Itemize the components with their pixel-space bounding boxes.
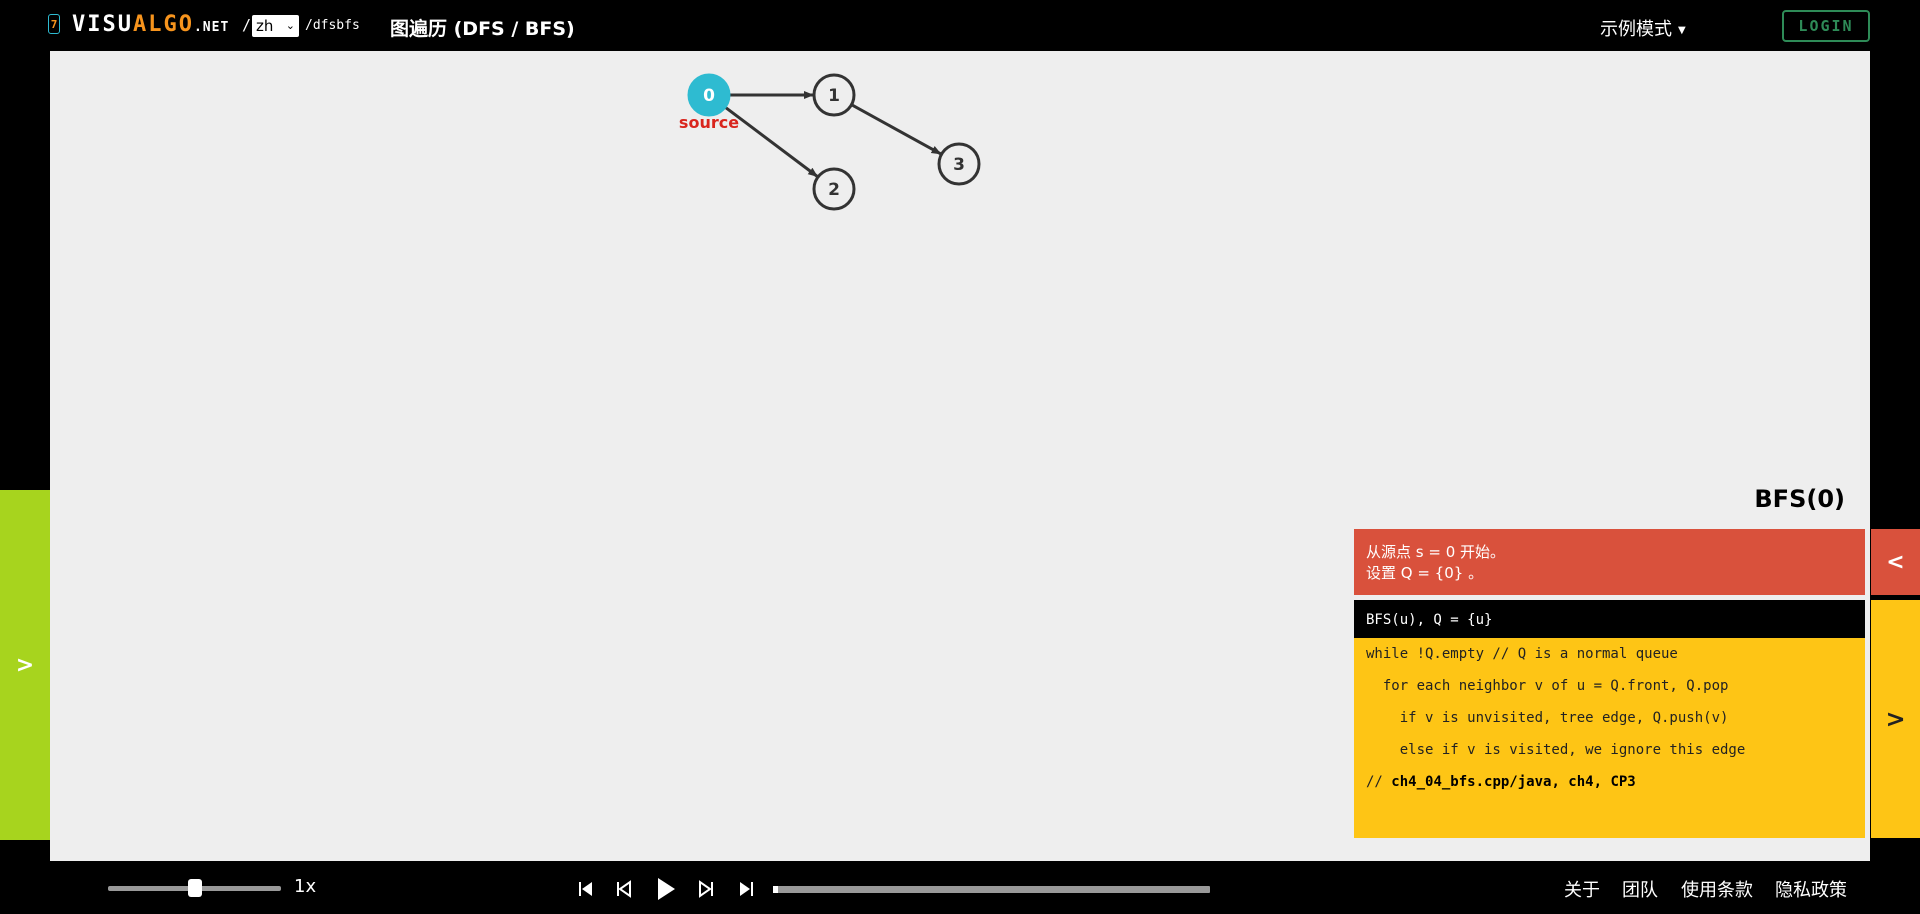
edge-1-3	[850, 103, 942, 156]
chevron-down-icon: ⌄	[285, 19, 295, 32]
actions-panel-toggle[interactable]: >	[0, 490, 50, 840]
logo-algo: ALGO	[132, 12, 194, 37]
login-button[interactable]: LOGIN	[1782, 10, 1870, 42]
code-line-5: else if v is visited, we ignore this edg…	[1366, 742, 1746, 758]
footer-link-about[interactable]: 关于	[1564, 876, 1600, 902]
vertex-label: 1	[828, 86, 840, 106]
step-back-icon[interactable]	[616, 878, 632, 900]
progress-fill	[773, 886, 778, 893]
language-value: zh	[256, 17, 274, 35]
visualgo-logo[interactable]: VISUALGO.NET	[72, 12, 229, 37]
chevron-right-icon: >	[1885, 705, 1906, 733]
vertex-label: 2	[828, 180, 840, 200]
vertex-1[interactable]: 1	[812, 73, 856, 117]
code-line-6: // ch4_04_bfs.cpp/java, ch4, CP3	[1354, 766, 1865, 798]
play-icon[interactable]	[655, 876, 677, 900]
progress-slider[interactable]	[773, 886, 1210, 893]
status-line-2: 设置 Q = {0} 。	[1366, 564, 1484, 582]
vertex-0[interactable]: 0 source	[679, 73, 739, 132]
skip-back-icon[interactable]	[578, 878, 594, 900]
status-line-1: 从源点 s = 0 开始。	[1366, 543, 1505, 561]
pseudocode-panel: BFS(u), Q = {u} while !Q.empty // Q is a…	[1354, 600, 1865, 838]
code-line-3: for each neighbor v of u = Q.front, Q.po…	[1366, 678, 1729, 694]
footer-link-team[interactable]: 团队	[1622, 876, 1658, 902]
code-line-4: if v is unvisited, tree edge, Q.push(v)	[1366, 710, 1729, 726]
code-line-2: while !Q.empty // Q is a normal queue	[1366, 646, 1678, 662]
logo-visu: VISU	[72, 12, 133, 37]
mode-label: 示例模式	[1600, 19, 1672, 40]
status-panel: 从源点 s = 0 开始。 设置 Q = {0} 。	[1354, 529, 1865, 595]
algorithm-name: BFS(0)	[1754, 485, 1845, 513]
speed-slider-handle[interactable]	[187, 879, 202, 897]
code-line-1: BFS(u), Q = {u}	[1354, 600, 1865, 638]
logo-slash: /	[242, 16, 252, 34]
vertex-label: 3	[953, 155, 965, 175]
code-collapse-button[interactable]: >	[1871, 600, 1920, 838]
vertex-sublabel: source	[679, 113, 739, 132]
vertex-2[interactable]: 2	[812, 167, 856, 211]
logo-badge[interactable]: 7	[48, 14, 60, 34]
mode-select[interactable]: 示例模式 ▼	[1600, 15, 1686, 41]
code-source-reference: ch4_04_bfs.cpp/java, ch4, CP3	[1391, 774, 1636, 790]
skip-forward-icon[interactable]	[738, 878, 754, 900]
logo-net: .NET	[193, 20, 230, 35]
footer-link-terms[interactable]: 使用条款	[1681, 876, 1753, 902]
header-bar: 7 VISUALGO.NET / zh ⌄ /dfsbfs 图遍历 (DFS /…	[0, 0, 1920, 51]
code-comment-prefix: //	[1366, 774, 1392, 790]
language-select[interactable]: zh ⌄	[252, 15, 299, 37]
step-forward-icon[interactable]	[698, 878, 714, 900]
status-collapse-button[interactable]: <	[1871, 529, 1920, 595]
footer-link-privacy[interactable]: 隐私政策	[1775, 876, 1847, 902]
left-tab-label: >	[15, 652, 35, 678]
vertex-label: 0	[703, 86, 715, 106]
caret-down-icon: ▼	[1678, 24, 1686, 36]
chevron-left-icon: <	[1886, 549, 1905, 575]
page-title: 图遍历 (DFS / BFS)	[390, 18, 575, 40]
speed-label: 1x	[294, 876, 317, 897]
url-path: /dfsbfs	[305, 18, 360, 33]
vertex-3[interactable]: 3	[937, 142, 981, 186]
